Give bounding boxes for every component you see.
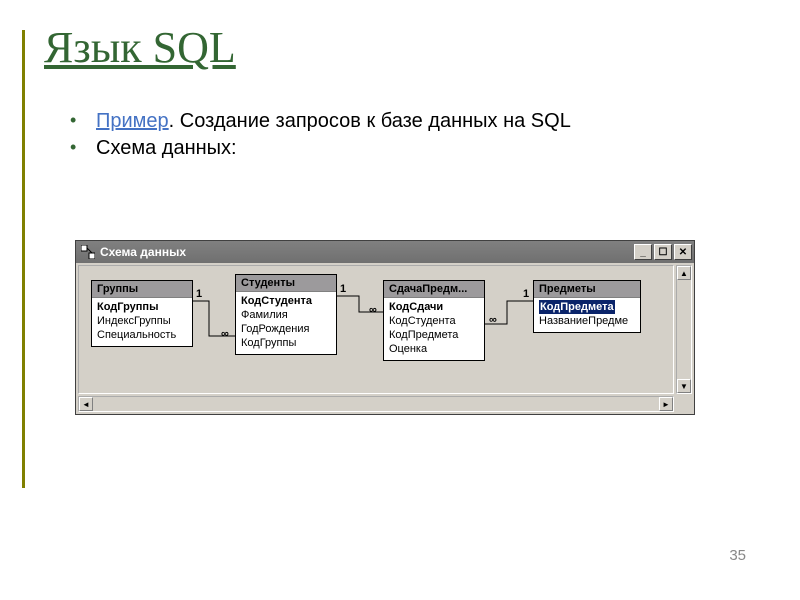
rel-one-label: 1 (340, 283, 346, 295)
bullet-item: Схема данных: (60, 137, 710, 160)
rel-many-label: ∞ (369, 304, 377, 316)
scroll-left-icon[interactable]: ◄ (79, 397, 93, 411)
side-accent-line (22, 30, 25, 488)
rel-many-label: ∞ (221, 328, 229, 340)
relationships-icon (80, 244, 96, 260)
rel-one-label: 1 (523, 288, 529, 300)
scroll-right-icon[interactable]: ► (659, 397, 673, 411)
rel-many-label: ∞ (489, 314, 497, 326)
scroll-up-icon[interactable]: ▲ (677, 266, 691, 280)
scroll-corner (676, 396, 692, 412)
bullet-text: Схема данных: (96, 137, 237, 159)
bullet-text: . Создание запросов к базе данных на SQL (169, 110, 571, 132)
maximize-button[interactable]: ☐ (654, 244, 672, 260)
horizontal-scrollbar[interactable]: ◄ ► (78, 396, 674, 412)
minimize-button[interactable]: _ (634, 244, 652, 260)
example-link[interactable]: Пример (96, 110, 169, 132)
slide-title: Язык SQL (44, 22, 236, 73)
rel-one-label: 1 (196, 288, 202, 300)
bullet-item: Пример. Создание запросов к базе данных … (60, 110, 710, 133)
diagram-canvas[interactable]: Группы КодГруппы ИндексГруппы Специально… (78, 265, 674, 394)
close-button[interactable]: ✕ (674, 244, 692, 260)
window-titlebar[interactable]: Схема данных _ ☐ ✕ (76, 241, 694, 263)
bullet-list: Пример. Создание запросов к базе данных … (60, 110, 710, 164)
slide: Язык SQL Пример. Создание запросов к баз… (0, 0, 800, 600)
scroll-down-icon[interactable]: ▼ (677, 379, 691, 393)
page-number: 35 (729, 547, 746, 564)
vertical-scrollbar[interactable]: ▲ ▼ (676, 265, 692, 394)
window-title: Схема данных (100, 245, 186, 259)
schema-window: Схема данных _ ☐ ✕ Группы КодГруппы Инде… (75, 240, 695, 415)
relationship-lines (79, 266, 674, 394)
